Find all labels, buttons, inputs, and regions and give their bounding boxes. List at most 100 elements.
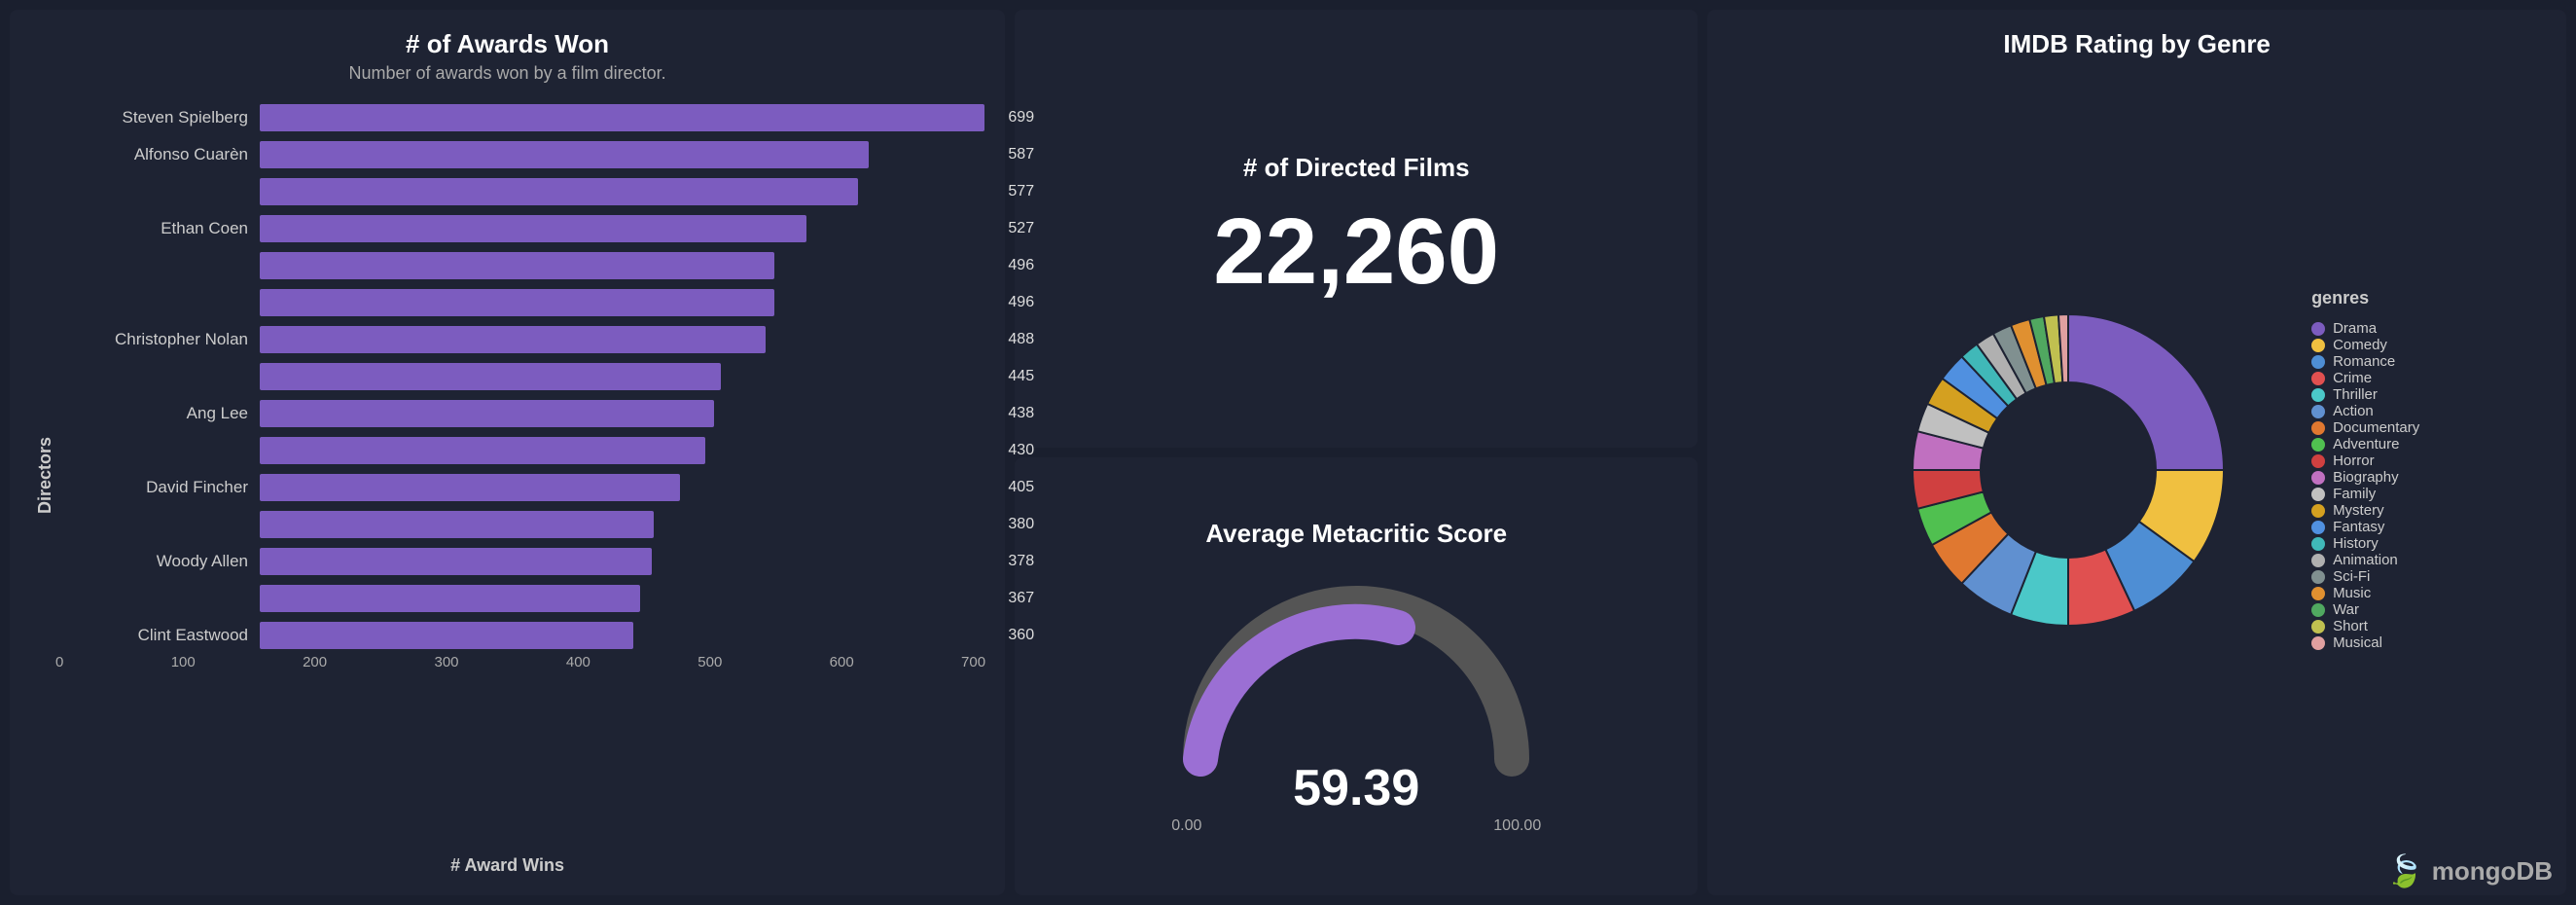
- bar-fill: [260, 141, 869, 168]
- legend-dot: [2311, 521, 2325, 534]
- legend-label: Biography: [2333, 469, 2399, 486]
- bar-fill: [260, 178, 858, 205]
- mongodb-logo: 🍃 mongoDB: [2385, 852, 2553, 889]
- bar-value: 378: [1008, 553, 1034, 570]
- legend-label: Action: [2333, 403, 2374, 419]
- bar-track: 438: [260, 400, 985, 427]
- legend-dot: [2311, 537, 2325, 551]
- bars-area: Steven Spielberg699Alfonso Cuarèn587577E…: [55, 99, 985, 654]
- x-tick: 300: [434, 654, 458, 851]
- x-tick: 200: [303, 654, 327, 851]
- x-axis-label: # Award Wins: [29, 855, 985, 876]
- legend-item: Sci-Fi: [2311, 568, 2419, 585]
- donut-area: genres DramaComedyRomanceCrimeThrillerAc…: [1727, 63, 2547, 876]
- bar-value: 405: [1008, 479, 1034, 496]
- bar-label: Woody Allen: [55, 552, 260, 571]
- legend-label: Crime: [2333, 370, 2372, 386]
- legend-label: Horror: [2333, 452, 2375, 469]
- donut-svg: [1854, 256, 2282, 684]
- bars-and-axes: Steven Spielberg699Alfonso Cuarèn587577E…: [55, 99, 985, 851]
- y-axis-label: Directors: [29, 99, 55, 851]
- legend-item: Thriller: [2311, 386, 2419, 403]
- genre-title: IMDB Rating by Genre: [1727, 29, 2547, 59]
- bar-track: 496: [260, 252, 985, 279]
- bar-label: Steven Spielberg: [55, 108, 260, 127]
- bar-row: Ethan Coen527: [55, 210, 985, 247]
- mongo-leaf-icon: 🍃: [2385, 852, 2424, 889]
- legend-dot: [2311, 620, 2325, 634]
- bar-fill: [260, 511, 654, 538]
- gauge-svg: [1171, 574, 1541, 788]
- bar-fill: [260, 585, 640, 612]
- bar-track: 577: [260, 178, 985, 205]
- legend-dot: [2311, 603, 2325, 617]
- legend-label: Music: [2333, 585, 2371, 601]
- legend-dot: [2311, 372, 2325, 385]
- bar-track: 378: [260, 548, 985, 575]
- legend-dot: [2311, 339, 2325, 352]
- legend-dot: [2311, 388, 2325, 402]
- bar-fill: [260, 474, 680, 501]
- bar-row: Woody Allen378: [55, 543, 985, 580]
- bar-value: 527: [1008, 220, 1034, 237]
- legend-item: Biography: [2311, 469, 2419, 486]
- bar-row: Steven Spielberg699: [55, 99, 985, 136]
- legend-label: Drama: [2333, 320, 2377, 337]
- bar-label: Ang Lee: [55, 404, 260, 423]
- bar-value: 488: [1008, 331, 1034, 348]
- bar-track: 367: [260, 585, 985, 612]
- bar-value: 577: [1008, 183, 1034, 200]
- bar-value: 438: [1008, 405, 1034, 422]
- bar-track: 496: [260, 289, 985, 316]
- legend-label: Thriller: [2333, 386, 2378, 403]
- legend-dot: [2311, 587, 2325, 600]
- genre-legend: genres DramaComedyRomanceCrimeThrillerAc…: [2311, 288, 2419, 651]
- legend-dot: [2311, 355, 2325, 369]
- bar-row: 577: [55, 173, 985, 210]
- legend-dot: [2311, 438, 2325, 452]
- bar-row: 380: [55, 506, 985, 543]
- gauge-labels: 0.00 100.00: [1171, 817, 1541, 835]
- legend-item: Musical: [2311, 634, 2419, 651]
- bar-row: 430: [55, 432, 985, 469]
- bar-fill: [260, 215, 806, 242]
- legend-item: Music: [2311, 585, 2419, 601]
- metacritic-title: Average Metacritic Score: [1205, 519, 1507, 549]
- bar-row: 367: [55, 580, 985, 617]
- bar-value: 380: [1008, 516, 1034, 533]
- legend-label: Short: [2333, 618, 2368, 634]
- legend-dot: [2311, 454, 2325, 468]
- legend-label: Documentary: [2333, 419, 2419, 436]
- legend-item: Comedy: [2311, 337, 2419, 353]
- legend-item: Drama: [2311, 320, 2419, 337]
- x-tick: 0: [55, 654, 63, 851]
- gauge-min: 0.00: [1171, 817, 1201, 835]
- bar-fill: [260, 326, 766, 353]
- legend-item: Short: [2311, 618, 2419, 634]
- legend-items: DramaComedyRomanceCrimeThrillerActionDoc…: [2311, 320, 2419, 651]
- legend-dot: [2311, 504, 2325, 518]
- legend-label: War: [2333, 601, 2359, 618]
- bar-fill: [260, 400, 714, 427]
- legend-title: genres: [2311, 288, 2419, 308]
- bar-fill: [260, 289, 774, 316]
- legend-label: Mystery: [2333, 502, 2384, 519]
- bar-track: 445: [260, 363, 985, 390]
- bar-row: 496: [55, 247, 985, 284]
- awards-subtitle: Number of awards won by a film director.: [29, 63, 985, 84]
- bar-row: Alfonso Cuarèn587: [55, 136, 985, 173]
- legend-label: Family: [2333, 486, 2376, 502]
- mongodb-label: mongoDB: [2432, 856, 2553, 887]
- bar-value: 445: [1008, 368, 1034, 385]
- dashboard: # of Awards Won Number of awards won by …: [0, 0, 2576, 905]
- bar-label: Ethan Coen: [55, 219, 260, 238]
- bar-row: Ang Lee438: [55, 395, 985, 432]
- bar-value: 587: [1008, 146, 1034, 163]
- legend-label: Adventure: [2333, 436, 2399, 452]
- bar-track: 699: [260, 104, 985, 131]
- chart-container: Directors Steven Spielberg699Alfonso Cua…: [29, 99, 985, 851]
- legend-item: History: [2311, 535, 2419, 552]
- bar-row: 445: [55, 358, 985, 395]
- legend-dot: [2311, 471, 2325, 485]
- bar-fill: [260, 252, 774, 279]
